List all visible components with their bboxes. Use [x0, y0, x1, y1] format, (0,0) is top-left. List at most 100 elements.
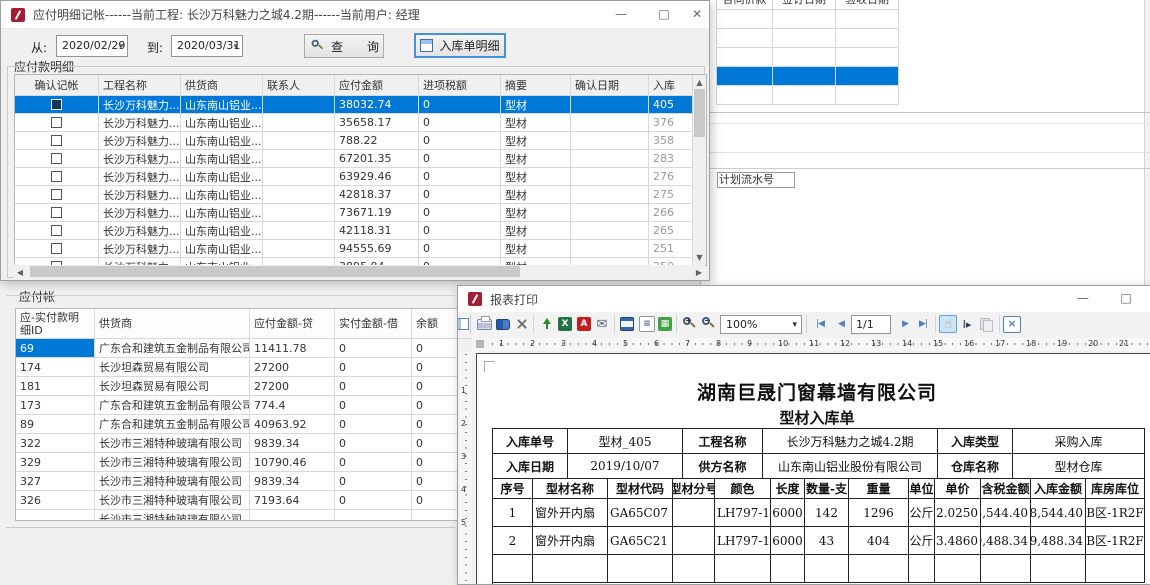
- table-cell[interactable]: [571, 132, 649, 150]
- prev-page-icon[interactable]: ◀: [832, 315, 850, 333]
- checkbox[interactable]: [51, 189, 62, 200]
- table-cell[interactable]: 69: [16, 339, 95, 358]
- table-cell[interactable]: 11411.78: [250, 339, 335, 358]
- table-cell[interactable]: 174: [16, 358, 95, 377]
- scroll-left-icon[interactable]: ◀: [14, 268, 26, 277]
- table-cell[interactable]: 0: [335, 358, 412, 377]
- table-cell[interactable]: [773, 67, 836, 86]
- table-cell[interactable]: 9839.34: [250, 434, 335, 453]
- table-cell[interactable]: 长沙市三湘特种玻璃有限公司: [95, 472, 250, 491]
- book-icon[interactable]: [494, 315, 512, 333]
- table-cell[interactable]: 长沙坦森贸易有限公司: [95, 358, 250, 377]
- scrollbar-strip[interactable]: [1144, 0, 1150, 285]
- table-cell[interactable]: 326: [16, 491, 95, 510]
- table-cell[interactable]: [571, 240, 649, 258]
- table-cell[interactable]: 283: [649, 150, 693, 168]
- horizontal-scrollbar[interactable]: ◀ ▶: [14, 265, 705, 278]
- table-cell[interactable]: [836, 86, 899, 105]
- table-cell[interactable]: [16, 510, 95, 521]
- table-cell[interactable]: 0: [412, 472, 458, 491]
- table-cell[interactable]: [716, 67, 773, 86]
- column-header[interactable]: 确认记帐: [15, 75, 99, 96]
- column-header[interactable]: 工程名称: [99, 75, 181, 96]
- close-preview-icon[interactable]: ×: [1003, 315, 1021, 333]
- minimize-button[interactable]: —: [608, 4, 634, 24]
- chevron-down-icon[interactable]: ▾: [118, 36, 123, 58]
- pdf-icon[interactable]: A: [575, 315, 593, 333]
- table-cell[interactable]: [716, 86, 773, 105]
- column-header[interactable]: 应付金额-贷: [250, 309, 335, 339]
- minimize-button[interactable]: —: [1070, 288, 1096, 308]
- table-cell[interactable]: [716, 10, 773, 29]
- table-cell[interactable]: 42118.31: [335, 222, 419, 240]
- table-cell[interactable]: [263, 204, 335, 222]
- column-header[interactable]: 进项税额: [419, 75, 501, 96]
- confirm-cell[interactable]: [15, 186, 99, 204]
- table-cell[interactable]: 型材: [501, 168, 571, 186]
- table-cell[interactable]: 0: [412, 358, 458, 377]
- checkbox[interactable]: [51, 207, 62, 218]
- confirm-cell[interactable]: [15, 168, 99, 186]
- table-cell[interactable]: 0: [412, 453, 458, 472]
- table-cell[interactable]: [773, 48, 836, 67]
- table-cell[interactable]: 67201.35: [335, 150, 419, 168]
- table-cell[interactable]: 0: [419, 96, 501, 114]
- grid-icon[interactable]: ▦: [656, 315, 674, 333]
- first-page-icon[interactable]: |◀: [811, 315, 829, 333]
- table-cell[interactable]: 405: [649, 96, 693, 114]
- table-cell[interactable]: 788.22: [335, 132, 419, 150]
- maximize-button[interactable]: □: [1113, 288, 1139, 308]
- table-cell[interactable]: 774.4: [250, 396, 335, 415]
- confirm-cell[interactable]: [15, 204, 99, 222]
- table-cell[interactable]: 0: [412, 339, 458, 358]
- scroll-right-icon[interactable]: ▶: [693, 268, 705, 277]
- scroll-up-icon[interactable]: ▲: [693, 78, 706, 87]
- table-cell[interactable]: 63929.46: [335, 168, 419, 186]
- copy-pages-icon[interactable]: [977, 315, 995, 333]
- table-cell[interactable]: [571, 222, 649, 240]
- table-cell[interactable]: 型材: [501, 222, 571, 240]
- confirm-cell[interactable]: [15, 240, 99, 258]
- table-cell[interactable]: 27200: [250, 377, 335, 396]
- table-cell[interactable]: [836, 10, 899, 29]
- save-icon[interactable]: [618, 315, 636, 333]
- table-cell[interactable]: 山东南山铝业...: [181, 96, 263, 114]
- table-cell[interactable]: 275: [649, 186, 693, 204]
- table-cell[interactable]: [773, 10, 836, 29]
- confirm-cell[interactable]: [15, 96, 99, 114]
- table-cell[interactable]: 0: [335, 339, 412, 358]
- table-cell[interactable]: 0: [419, 132, 501, 150]
- table-cell[interactable]: [836, 67, 899, 86]
- table-cell[interactable]: 山东南山铝业...: [181, 150, 263, 168]
- close-button[interactable]: ✕: [1146, 288, 1150, 308]
- table-cell[interactable]: 长沙万科魅力...: [99, 222, 181, 240]
- table-cell[interactable]: 长沙万科魅力...: [99, 150, 181, 168]
- table-cell[interactable]: 长沙市三湘特种玻璃有限公司: [95, 453, 250, 472]
- table-cell[interactable]: 266: [649, 204, 693, 222]
- table-cell[interactable]: 长沙万科魅力...: [99, 114, 181, 132]
- table-cell[interactable]: [571, 168, 649, 186]
- column-header[interactable]: 实付金额-借: [335, 309, 412, 339]
- chevron-down-icon[interactable]: ▾: [233, 36, 238, 58]
- table-cell[interactable]: [836, 48, 899, 67]
- table-cell[interactable]: 型材: [501, 186, 571, 204]
- table-cell[interactable]: 0: [412, 434, 458, 453]
- table-cell[interactable]: [773, 29, 836, 48]
- table-cell[interactable]: 329: [16, 453, 95, 472]
- table-cell[interactable]: [263, 222, 335, 240]
- table-cell[interactable]: [716, 48, 773, 67]
- table-cell[interactable]: [773, 86, 836, 105]
- table-cell[interactable]: 山东南山铝业...: [181, 132, 263, 150]
- table-cell[interactable]: [571, 186, 649, 204]
- table-cell[interactable]: 型材: [501, 132, 571, 150]
- table-cell[interactable]: 山东南山铝业...: [181, 186, 263, 204]
- zoom-out-icon[interactable]: −: [699, 315, 717, 333]
- table-cell[interactable]: [263, 168, 335, 186]
- from-date-combobox[interactable]: 2020/02/29 ▾: [56, 35, 128, 57]
- confirm-cell[interactable]: [15, 150, 99, 168]
- column-header[interactable]: 供货商: [181, 75, 263, 96]
- table-cell[interactable]: 173: [16, 396, 95, 415]
- scrollbar-thumb[interactable]: [30, 266, 520, 277]
- table-cell[interactable]: [571, 114, 649, 132]
- table-cell[interactable]: [412, 510, 458, 521]
